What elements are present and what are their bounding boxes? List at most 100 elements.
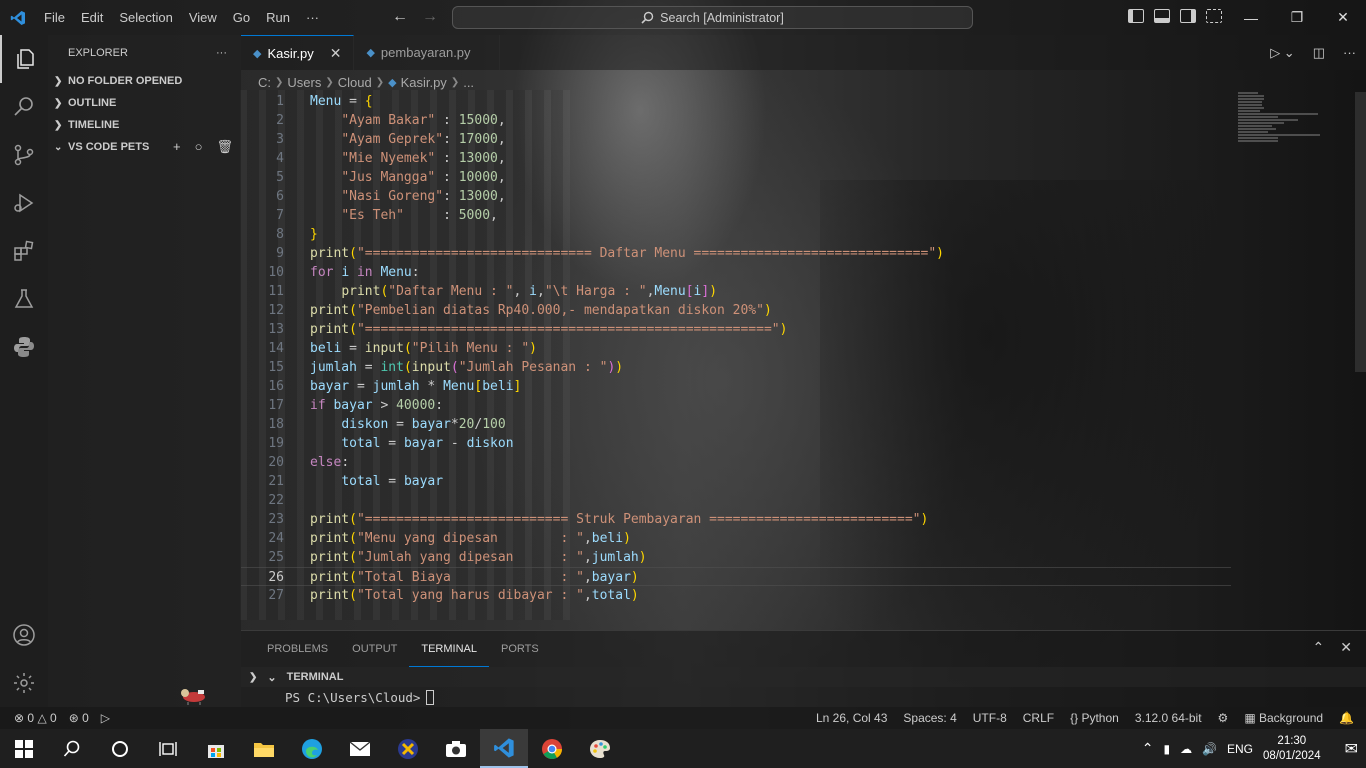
- editor-scrollbar[interactable]: [1355, 92, 1366, 372]
- close-window-icon[interactable]: ✕: [1320, 0, 1366, 35]
- code-line[interactable]: 8}: [241, 225, 1231, 244]
- code-line[interactable]: 10 for i in Menu:: [241, 263, 1231, 282]
- section-no-folder[interactable]: ❯ NO FOLDER OPENED: [48, 70, 241, 92]
- store-icon[interactable]: [192, 729, 240, 768]
- account-icon[interactable]: [0, 611, 48, 659]
- language-mode[interactable]: {} Python: [1070, 711, 1119, 725]
- minimize-icon[interactable]: —: [1228, 0, 1274, 35]
- mail-icon[interactable]: [336, 729, 384, 768]
- xampp-icon[interactable]: [384, 729, 432, 768]
- code-line[interactable]: 4 "Mie Nyemek" : 13000,: [241, 149, 1231, 168]
- command-center-search[interactable]: Search [Administrator]: [452, 6, 973, 29]
- throw-ball-icon[interactable]: ○: [195, 139, 203, 155]
- breadcrumb-users[interactable]: Users: [287, 75, 321, 90]
- menu-go[interactable]: Go: [225, 10, 258, 25]
- breadcrumb-drive[interactable]: C:: [258, 75, 271, 90]
- code-line[interactable]: 26 print("Total Biaya : ",bayar): [241, 567, 1231, 586]
- section-outline[interactable]: ❯ OUTLINE: [48, 92, 241, 114]
- code-line[interactable]: 18 diskon = bayar*20/100: [241, 415, 1231, 434]
- menu-more[interactable]: ···: [298, 10, 327, 25]
- cortana-icon[interactable]: [96, 729, 144, 768]
- minimap[interactable]: [1238, 92, 1328, 152]
- end-of-line[interactable]: CRLF: [1023, 711, 1054, 725]
- python-interpreter[interactable]: 3.12.0 64-bit: [1135, 711, 1202, 725]
- cursor-position[interactable]: Ln 26, Col 43: [816, 711, 887, 725]
- tab-pembayaran-py[interactable]: ◆ pembayaran.py: [354, 35, 500, 70]
- section-vscode-pets[interactable]: ⌄ VS CODE PETS + ○ 🗑: [48, 136, 241, 158]
- notifications-bell-icon[interactable]: 🔔: [1339, 711, 1354, 725]
- action-center-icon[interactable]: ✉: [1345, 739, 1358, 759]
- tab-output[interactable]: OUTPUT: [340, 631, 409, 667]
- restore-icon[interactable]: ❐: [1274, 0, 1320, 35]
- code-line[interactable]: 12 print("Pembelian diatas Rp40.000,- men…: [241, 301, 1231, 320]
- code-line[interactable]: 20 else:: [241, 453, 1231, 472]
- toggle-panel-icon[interactable]: [1154, 9, 1170, 23]
- show-hidden-icons-icon[interactable]: ⌃: [1142, 740, 1154, 757]
- close-panel-icon[interactable]: ✕: [1340, 639, 1352, 656]
- code-line[interactable]: 16 bayar = jumlah * Menu[beli]: [241, 377, 1231, 396]
- task-view-icon[interactable]: [144, 729, 192, 768]
- maximize-panel-icon[interactable]: ⌃: [1313, 639, 1325, 656]
- code-line[interactable]: 17 if bayar > 40000:: [241, 396, 1231, 415]
- tab-kasir-py[interactable]: ◆ Kasir.py ✕: [241, 35, 355, 70]
- search-view-icon[interactable]: [0, 83, 48, 131]
- paint-icon[interactable]: [576, 729, 624, 768]
- code-line[interactable]: 14 beli = input("Pilih Menu : "): [241, 339, 1231, 358]
- menu-view[interactable]: View: [181, 10, 225, 25]
- run-debug-icon[interactable]: [0, 179, 48, 227]
- code-line[interactable]: 22: [241, 491, 1231, 510]
- code-line[interactable]: 23 print("========================== Stru…: [241, 510, 1231, 529]
- code-line[interactable]: 27 print("Total yang harus dibayar : ",to…: [241, 586, 1231, 605]
- code-line[interactable]: 24 print("Menu yang dipesan : ",beli): [241, 529, 1231, 548]
- extensions-icon[interactable]: [0, 227, 48, 275]
- menu-edit[interactable]: Edit: [73, 10, 111, 25]
- code-line[interactable]: 2 "Ayam Bakar" : 15000,: [241, 111, 1231, 130]
- source-control-icon[interactable]: [0, 131, 48, 179]
- toggle-sidebar-icon[interactable]: [1128, 9, 1144, 23]
- python-icon[interactable]: [0, 323, 48, 371]
- breadcrumb-cloud[interactable]: Cloud: [338, 75, 372, 90]
- terminal-prompt-line[interactable]: PS C:\Users\Cloud>: [241, 687, 1366, 707]
- vscode-taskbar-icon[interactable]: [480, 729, 528, 768]
- explorer-icon[interactable]: [0, 35, 48, 83]
- encoding[interactable]: UTF-8: [973, 711, 1007, 725]
- network-icon[interactable]: ☁: [1180, 742, 1192, 756]
- problems-status[interactable]: ⊗ 0 △ 0: [14, 711, 57, 725]
- feedback-icon[interactable]: ⚙: [1218, 711, 1229, 725]
- breadcrumb-symbols[interactable]: ...: [463, 75, 474, 90]
- camera-icon[interactable]: [432, 729, 480, 768]
- testing-flask-icon[interactable]: [0, 275, 48, 323]
- code-line[interactable]: 21 total = bayar: [241, 472, 1231, 491]
- code-editor[interactable]: 1 Menu = {2 "Ayam Bakar" : 15000, 3 "Ayam …: [241, 92, 1231, 605]
- edge-browser-icon[interactable]: [288, 729, 336, 768]
- settings-gear-icon[interactable]: [0, 659, 48, 707]
- menu-file[interactable]: File: [36, 10, 73, 25]
- code-line[interactable]: 3 "Ayam Geprek": 17000,: [241, 130, 1231, 149]
- volume-icon[interactable]: 🔊: [1202, 742, 1217, 756]
- taskbar-search-icon[interactable]: [48, 729, 96, 768]
- code-line[interactable]: 19 total = bayar - diskon: [241, 434, 1231, 453]
- code-line[interactable]: 13 print("===============================…: [241, 320, 1231, 339]
- terminal-header[interactable]: ❯ ⌄ TERMINAL: [241, 667, 1366, 687]
- code-line[interactable]: 5 "Jus Mangga" : 10000,: [241, 168, 1231, 187]
- split-editor-icon[interactable]: ◫: [1313, 45, 1325, 61]
- start-windows-icon[interactable]: [0, 729, 48, 768]
- menu-run[interactable]: Run: [258, 10, 298, 25]
- back-arrow-icon[interactable]: ←: [392, 8, 408, 26]
- section-timeline[interactable]: ❯ TIMELINE: [48, 114, 241, 136]
- code-line[interactable]: 7 "Es Teh" : 5000,: [241, 206, 1231, 225]
- file-explorer-icon[interactable]: [240, 729, 288, 768]
- more-actions-icon[interactable]: ···: [1343, 45, 1356, 61]
- add-pet-icon[interactable]: +: [173, 139, 181, 155]
- input-language[interactable]: ENG: [1227, 742, 1253, 756]
- more-actions-icon[interactable]: ···: [216, 47, 227, 59]
- customize-layout-icon[interactable]: [1206, 9, 1222, 23]
- code-line[interactable]: 15 jumlah = int(input("Jumlah Pesanan : "…: [241, 358, 1231, 377]
- code-line[interactable]: 1 Menu = {: [241, 92, 1231, 111]
- code-line[interactable]: 11 print("Daftar Menu : ", i,"\t Harga :…: [241, 282, 1231, 301]
- ports-status[interactable]: ⊛ 0: [69, 711, 89, 725]
- code-line[interactable]: 9 print("============================= Da…: [241, 244, 1231, 263]
- code-line[interactable]: 6 "Nasi Goreng": 13000,: [241, 187, 1231, 206]
- clock[interactable]: 21:30 08/01/2024: [1263, 734, 1321, 764]
- breadcrumb-file[interactable]: Kasir.py: [401, 75, 447, 90]
